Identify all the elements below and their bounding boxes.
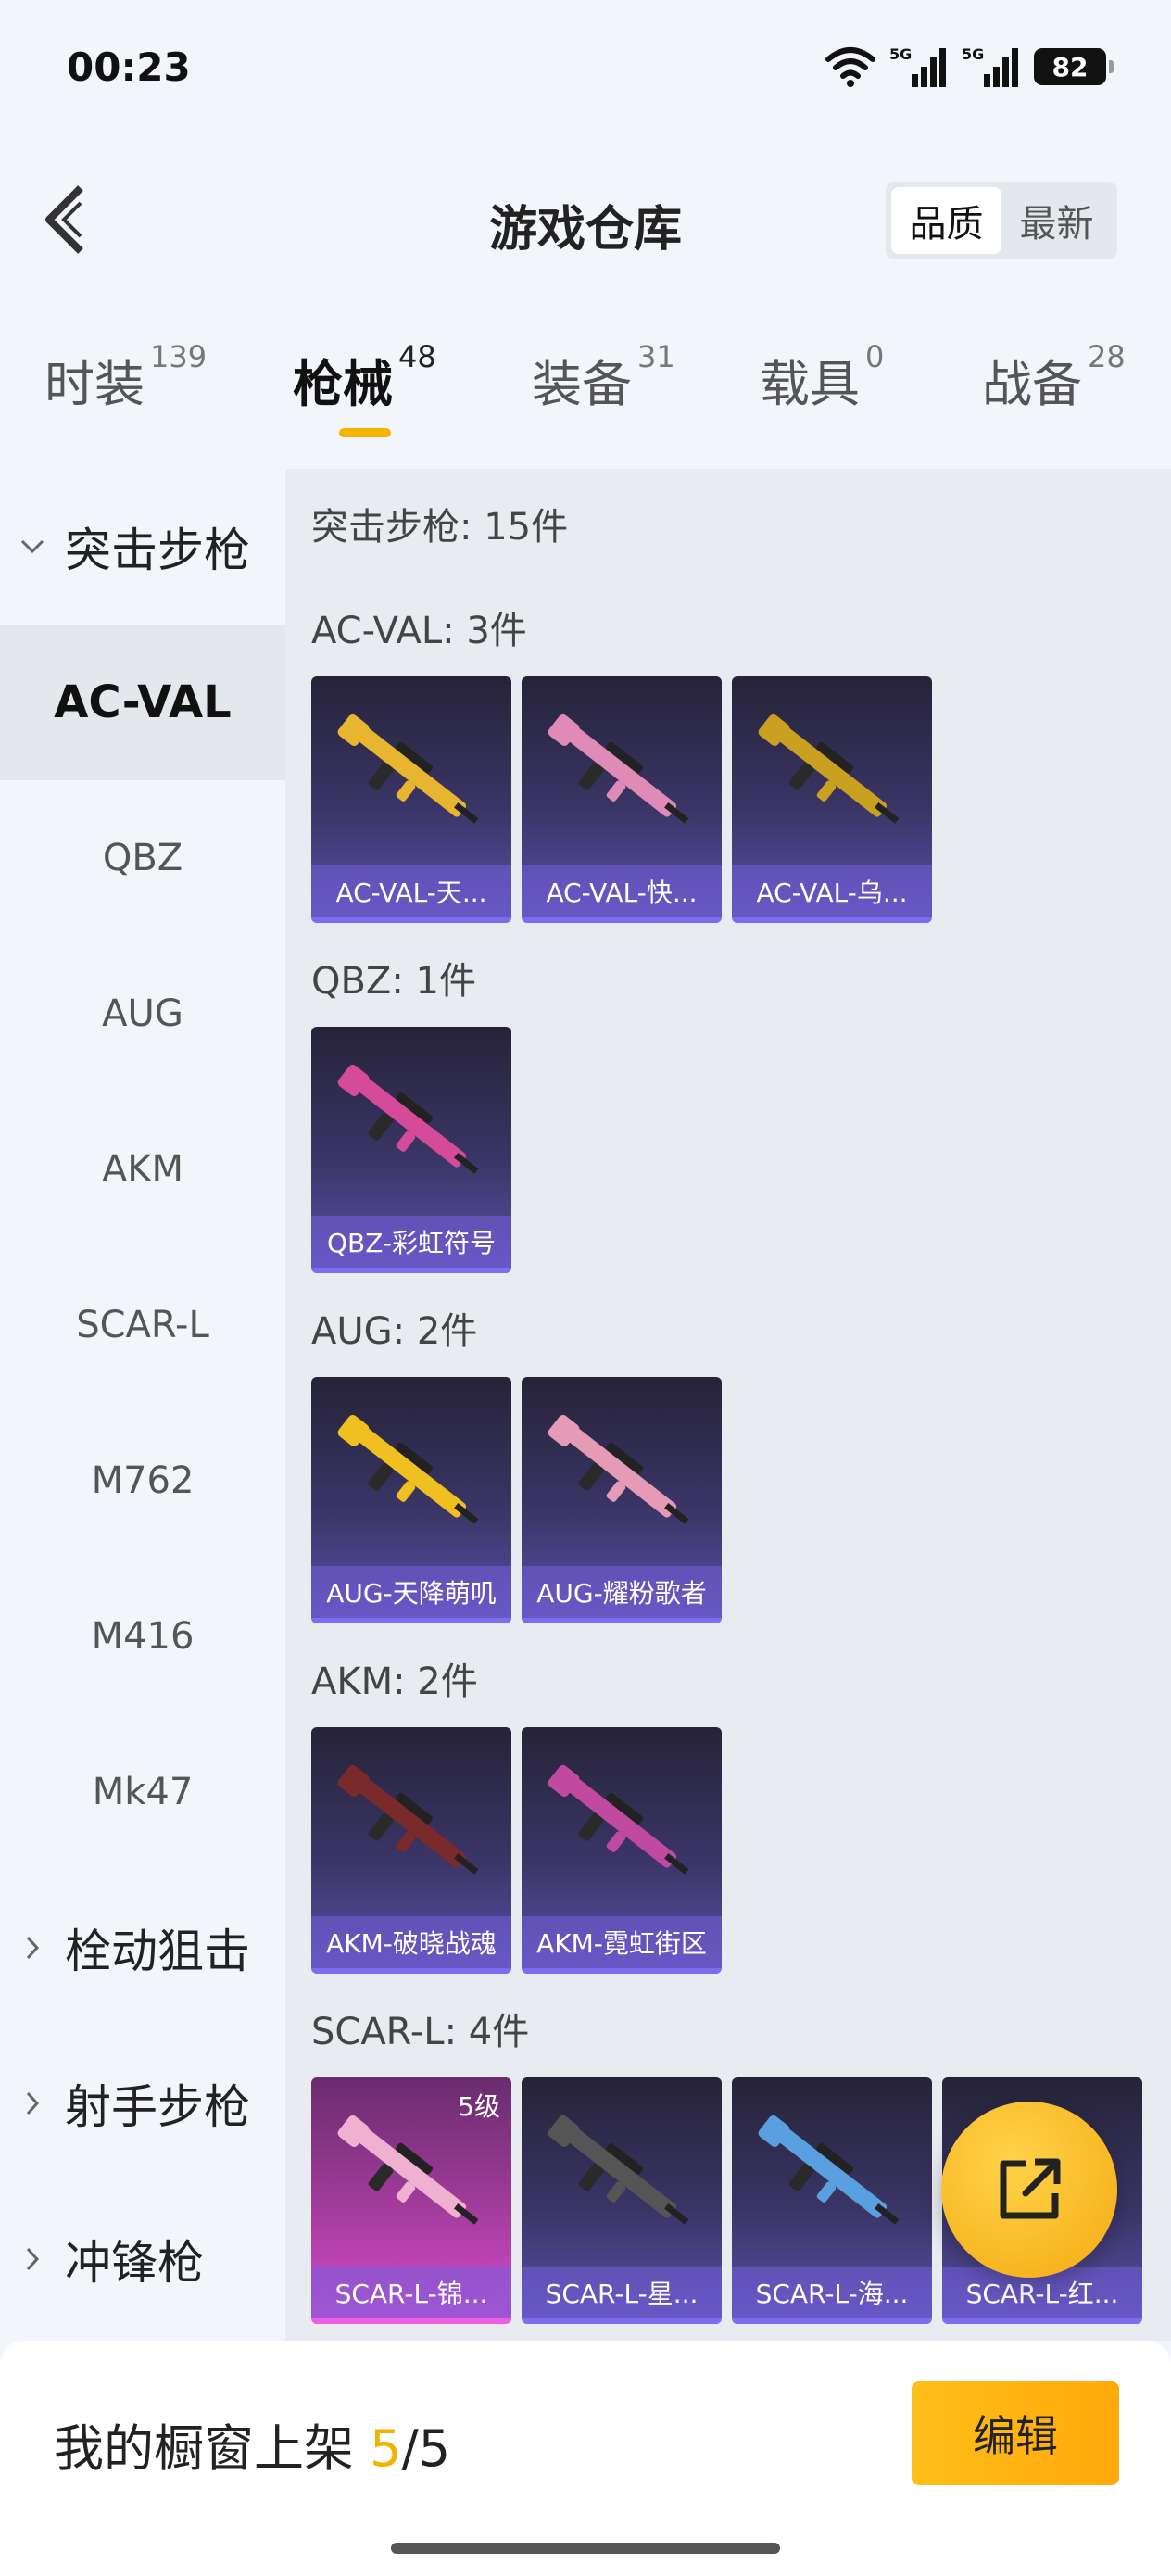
svg-text:5G: 5G xyxy=(962,45,984,63)
skin-name: AUG-天降萌叽 xyxy=(311,1566,511,1618)
rifle-icon xyxy=(548,1414,689,1524)
sidebar-group-label: 突击步枪 xyxy=(65,524,250,577)
sidebar-group-smg[interactable]: 冲锋枪 xyxy=(0,2181,285,2337)
battery-icon: 82 xyxy=(1034,48,1114,85)
sidebar-group-label: 冲锋枪 xyxy=(65,2236,204,2290)
tab-count: 139 xyxy=(150,339,208,374)
active-tab-indicator xyxy=(339,428,391,437)
rifle-icon xyxy=(337,1764,479,1875)
skin-card[interactable]: AUG-天降萌叽 xyxy=(311,1377,511,1623)
tab-count: 31 xyxy=(637,339,675,374)
home-indicator[interactable] xyxy=(391,2543,780,2554)
rifle-icon xyxy=(337,1414,479,1524)
chevron-down-icon xyxy=(0,537,65,556)
tab-count: 28 xyxy=(1088,339,1126,374)
section-header-qbz: QBZ: 1件 xyxy=(311,960,476,1003)
rifle-icon xyxy=(548,2115,689,2225)
rifle-icon xyxy=(548,1764,689,1875)
tab-count: 48 xyxy=(398,339,436,374)
rifle-icon xyxy=(337,713,479,824)
skin-name: AC-VAL-快... xyxy=(522,865,722,917)
skin-card[interactable]: AC-VAL-快... xyxy=(522,676,722,923)
sidebar-group-marksman-rifle[interactable]: 射手步枪 xyxy=(0,2026,285,2181)
sidebar-item-aug[interactable]: AUG xyxy=(0,936,285,1092)
skin-card[interactable]: AC-VAL-乌... xyxy=(732,676,932,923)
tab-label: 载具 xyxy=(760,355,860,413)
share-button[interactable] xyxy=(941,2102,1117,2278)
skin-name: AKM-破晓战魂 xyxy=(311,1916,511,1968)
chevron-right-icon xyxy=(0,2090,65,2117)
skin-name: SCAR-L-星... xyxy=(522,2267,722,2318)
section-header-scar-l: SCAR-L: 4件 xyxy=(311,2011,530,2053)
signal-5g-icon: 5G xyxy=(889,45,946,87)
tab-label: 时装 xyxy=(44,355,145,413)
tab-label: 枪械 xyxy=(293,355,393,413)
sort-toggle: 品质 最新 xyxy=(886,182,1117,259)
svg-text:5G: 5G xyxy=(889,45,912,63)
skin-name: AKM-霓虹街区 xyxy=(522,1916,722,1968)
category-count: 突击步枪: 15件 xyxy=(311,506,569,549)
sidebar-item-mk47[interactable]: Mk47 xyxy=(0,1714,285,1870)
sidebar-item-akm[interactable]: AKM xyxy=(0,1092,285,1247)
skin-card[interactable]: AKM-霓虹街区 xyxy=(522,1727,722,1974)
sidebar-item-m416[interactable]: M416 xyxy=(0,1559,285,1714)
section-header-ac-val: AC-VAL: 3件 xyxy=(311,610,527,652)
sidebar-group-bolt-sniper[interactable]: 栓动狙击 xyxy=(0,1870,285,2026)
item-grid-panel[interactable]: 突击步枪: 15件 AC-VAL: 3件 AC-VAL-天... AC-VAL-… xyxy=(285,469,1171,2341)
skin-name: AC-VAL-乌... xyxy=(732,865,932,917)
sidebar-item-ac-val[interactable]: AC-VAL xyxy=(0,625,285,780)
skin-card[interactable]: QBZ-彩虹符号 xyxy=(311,1027,511,1273)
rifle-icon xyxy=(337,2115,479,2225)
sidebar-group-label: 栓动狙击 xyxy=(65,1925,250,1978)
skin-card[interactable]: SCAR-L-海... xyxy=(732,2077,932,2324)
skin-card[interactable]: AC-VAL-天... xyxy=(311,676,511,923)
edit-button[interactable]: 编辑 xyxy=(912,2381,1119,2485)
tab-label: 战备 xyxy=(982,355,1082,413)
showcase-label: 我的橱窗上架 xyxy=(54,2419,371,2478)
wifi-icon xyxy=(825,47,875,87)
status-bar: 00:23 5G 5G 82 xyxy=(0,0,1171,139)
status-icons: 5G 5G 82 xyxy=(825,43,1114,91)
chevron-right-icon xyxy=(0,1934,65,1962)
skin-name: AUG-耀粉歌者 xyxy=(522,1566,722,1618)
section-header-akm: AKM: 2件 xyxy=(311,1661,478,1703)
sidebar-item-scar-l[interactable]: SCAR-L xyxy=(0,1247,285,1403)
chevron-right-icon xyxy=(0,2245,65,2273)
skin-card[interactable]: 5级 SCAR-L-锦... xyxy=(311,2077,511,2324)
tab-equipment[interactable]: 装备 31 xyxy=(532,339,675,445)
sidebar: 突击步枪 AC-VAL QBZ AUG AKM SCAR-L M762 M416… xyxy=(0,469,285,2341)
section-header-aug: AUG: 2件 xyxy=(311,1310,478,1353)
rifle-icon xyxy=(337,1064,479,1174)
tab-vehicles[interactable]: 载具 0 xyxy=(760,339,884,445)
skin-name: SCAR-L-锦... xyxy=(311,2267,511,2318)
sidebar-item-m762[interactable]: M762 xyxy=(0,1403,285,1559)
skin-name: SCAR-L-海... xyxy=(732,2267,932,2318)
skin-name: AC-VAL-天... xyxy=(311,865,511,917)
skin-card[interactable]: SCAR-L-星... xyxy=(522,2077,722,2324)
bottom-bar: 我的橱窗上架 5/5 编辑 xyxy=(0,2341,1171,2576)
skin-name: QBZ-彩虹符号 xyxy=(311,1216,511,1268)
tab-count: 0 xyxy=(865,339,885,374)
tab-label: 装备 xyxy=(532,355,632,413)
showcase-current: 5 xyxy=(370,2419,402,2478)
rifle-icon xyxy=(758,2115,900,2225)
tab-supplies[interactable]: 战备 28 xyxy=(982,339,1126,445)
showcase-total: /5 xyxy=(401,2419,451,2478)
signal-5g-icon: 5G xyxy=(962,45,1018,87)
sidebar-group-label: 射手步枪 xyxy=(65,2080,250,2134)
share-external-icon xyxy=(1000,2158,1061,2219)
sidebar-group-assault-rifle[interactable]: 突击步枪 xyxy=(0,469,285,625)
category-tabs: 时装 139 枪械 48 装备 31 载具 0 战备 28 xyxy=(0,339,1171,454)
status-time: 00:23 xyxy=(67,44,191,90)
tab-fashion[interactable]: 时装 139 xyxy=(44,339,207,445)
skin-card[interactable]: AKM-破晓战魂 xyxy=(311,1727,511,1974)
sort-quality-button[interactable]: 品质 xyxy=(891,187,1001,254)
sort-newest-button[interactable]: 最新 xyxy=(1001,187,1112,254)
sidebar-item-qbz[interactable]: QBZ xyxy=(0,780,285,936)
rifle-icon xyxy=(548,713,689,824)
skin-card[interactable]: AUG-耀粉歌者 xyxy=(522,1377,722,1623)
showcase-status: 我的橱窗上架 5/5 xyxy=(54,2407,450,2481)
rifle-icon xyxy=(758,713,900,824)
